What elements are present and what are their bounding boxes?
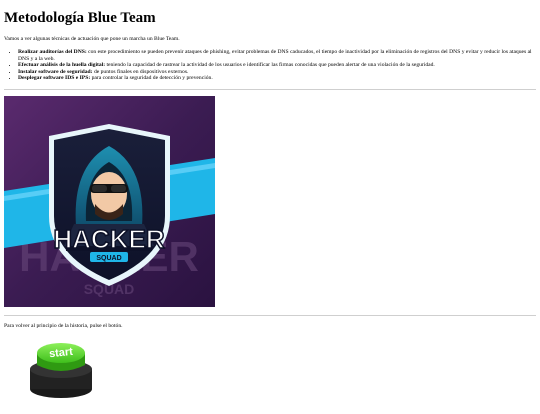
technique-list: Realizar auditorías del DNS: con este pr… [4, 49, 536, 82]
logo-text: HACKER [53, 224, 164, 254]
start-button[interactable]: start [26, 339, 96, 399]
list-item: Realizar auditorías del DNS: con este pr… [18, 49, 536, 62]
list-item-text: teniendo la capacidad de rastrear la act… [105, 62, 435, 69]
divider [4, 314, 536, 316]
badge-text: SQUAD [96, 255, 121, 262]
list-item-term: Realizar auditorías del DNS: [18, 49, 87, 55]
list-item-text: de puntos finales en dispositivos extern… [92, 68, 189, 75]
list-item: Desplegar software IDS e IPS: para contr… [18, 75, 536, 82]
list-item-text: con este procedimiento se pueden preveni… [18, 49, 532, 62]
hacker-squad-image: HACKER SQUAD HACKER SQUAD [4, 95, 215, 307]
list-item-term: Efectuar análisis de la huella digital: [18, 62, 106, 69]
list-item-term: Desplegar software IDS e IPS: [18, 75, 91, 82]
list-item: Efectuar análisis de la huella digital: … [18, 62, 536, 69]
divider [4, 88, 536, 90]
page-content: Metodología Blue Team Vamos a ver alguna… [0, 9, 540, 399]
page-title: Metodología Blue Team [4, 10, 156, 26]
list-item: Instalar software de seguridad: de punto… [18, 69, 536, 76]
start-button-label: start [49, 346, 74, 360]
back-instruction-text: Para volver al principio de la historia,… [4, 322, 123, 329]
intro-text: Vamos a ver algunas técnicas de actuació… [4, 36, 180, 42]
list-item-term: Instalar software de seguridad: [18, 68, 93, 75]
list-item-text: para controlar la seguridad de detección… [90, 75, 213, 82]
